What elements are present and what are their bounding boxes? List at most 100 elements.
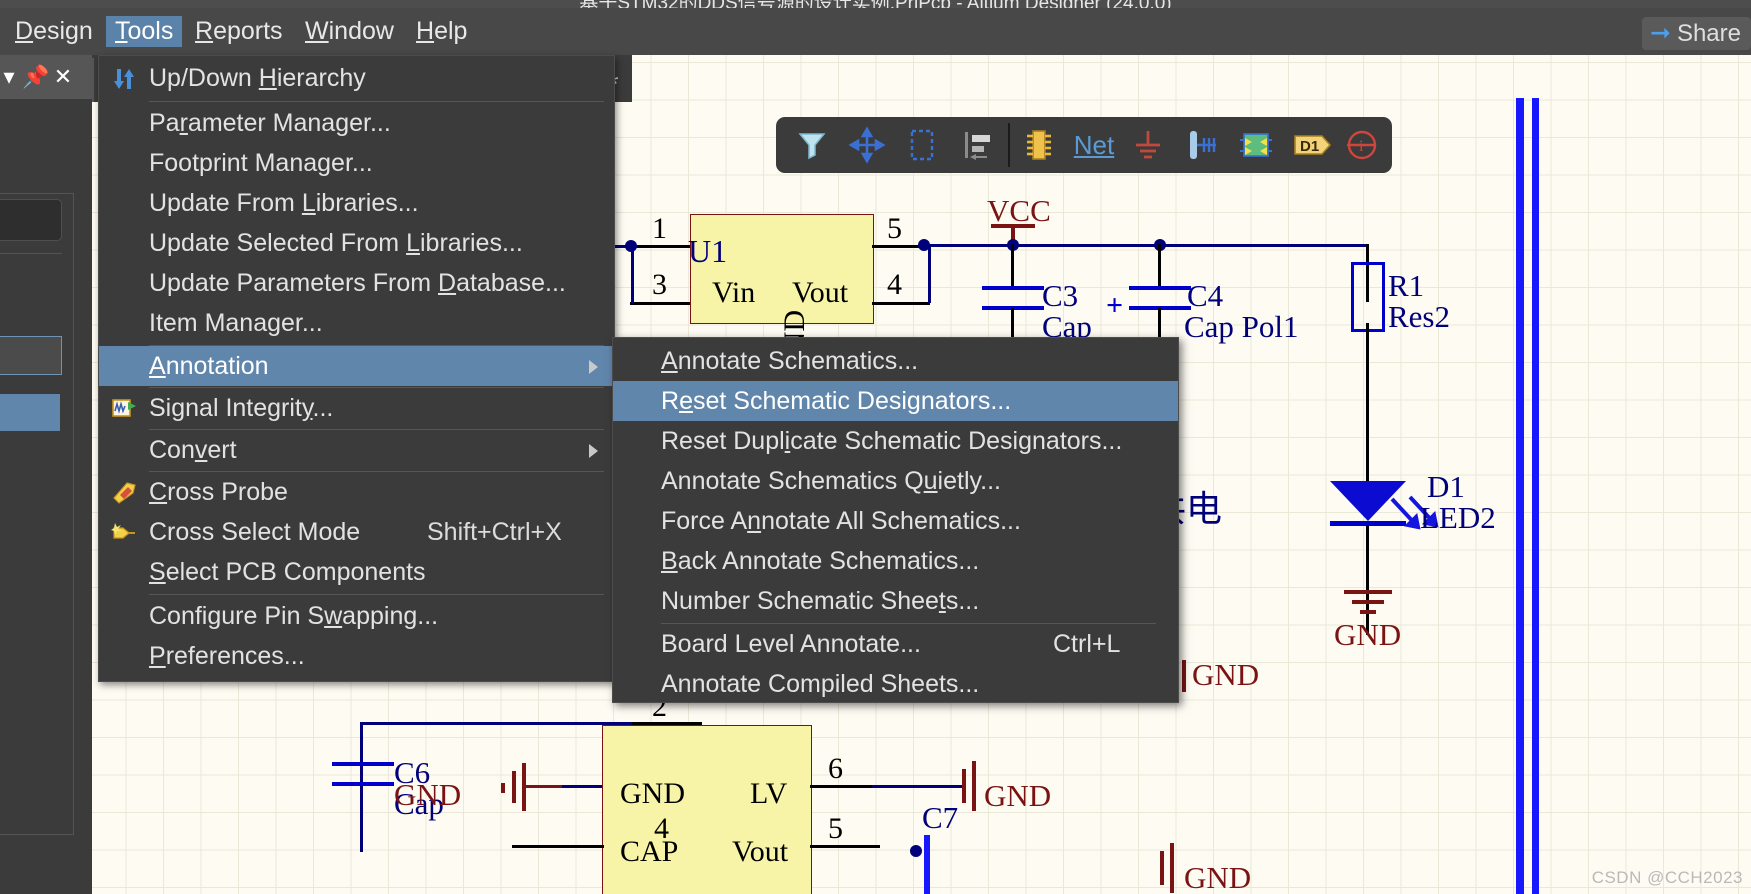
- svg-text:i: i: [1359, 138, 1364, 155]
- submenu-item-label: Reset Schematic Designators...: [661, 387, 1012, 415]
- svg-text:D1: D1: [1300, 138, 1319, 155]
- pin-icon[interactable]: 📌: [22, 64, 49, 90]
- place-sheet-symbol-icon[interactable]: [1236, 125, 1276, 165]
- u1-pinnum-1: 1: [652, 212, 667, 245]
- menu-separator: [149, 594, 604, 595]
- gnd-mid-sym2: [1182, 660, 1186, 692]
- submenu-item-annotate-schematics[interactable]: Annotate Schematics...: [613, 341, 1178, 381]
- sheet-edge-rail-1: [1516, 98, 1524, 894]
- gnd-c6-dot: [501, 783, 505, 793]
- tools-menu-popup[interactable]: Up/Down Hierarchy Parameter Manager... F…: [98, 55, 615, 682]
- menu-item-up-down-hierarchy[interactable]: Up/Down Hierarchy: [99, 58, 614, 98]
- submenu-item-label: Annotate Schematics...: [661, 347, 919, 375]
- menu-item-label: Footprint Manager...: [149, 149, 373, 177]
- menu-item-label: Configure Pin Swapping...: [149, 602, 439, 630]
- menu-item-item-manager[interactable]: Item Manager...: [99, 303, 614, 343]
- move-crosshair-icon[interactable]: [847, 125, 887, 165]
- share-button-label: Share: [1676, 20, 1741, 47]
- wire-c6-branch[interactable]: [360, 722, 363, 852]
- no-erc-icon[interactable]: i: [1342, 125, 1382, 165]
- menu-help[interactable]: Help: [407, 16, 476, 47]
- submenu-item-label: Back Annotate Schematics...: [661, 547, 980, 575]
- gnd-right-bar2: [1352, 600, 1384, 604]
- c4-plate-top: [1129, 286, 1191, 290]
- submenu-item-force-annotate-all-schematics[interactable]: Force Annotate All Schematics...: [613, 501, 1178, 541]
- menu-item-annotation[interactable]: Annotation: [99, 346, 614, 386]
- gnd-bottom-bar2: [1170, 843, 1174, 893]
- document-item-2[interactable]: [0, 394, 60, 431]
- menu-design[interactable]: Design: [6, 16, 102, 47]
- document-item-1[interactable]: [0, 336, 62, 375]
- chevron-down-icon[interactable]: ▾: [0, 64, 22, 90]
- u1-pinnum-3: 3: [652, 268, 667, 301]
- menu-item-update-from-libraries[interactable]: Update From Libraries...: [99, 183, 614, 223]
- align-icon[interactable]: [957, 125, 997, 165]
- net-label-icon[interactable]: Net: [1066, 125, 1122, 165]
- menu-tools[interactable]: Tools: [106, 16, 183, 47]
- c6-plate-bottom: [332, 782, 394, 786]
- u1-pinnum-5: 5: [887, 212, 902, 245]
- gnd-mid-label: GND: [1192, 657, 1260, 692]
- wire-u1-right-tie[interactable]: [928, 245, 931, 303]
- menu-item-cross-probe[interactable]: Cross Probe: [99, 472, 614, 512]
- menu-item-shortcut: Shift+Ctrl+X: [427, 518, 562, 546]
- r1-body[interactable]: [1351, 262, 1385, 332]
- menu-reports[interactable]: Reports: [186, 16, 292, 47]
- menu-separator: [149, 101, 604, 102]
- wire-c7[interactable]: [872, 785, 962, 788]
- annotation-submenu-popup[interactable]: Annotate Schematics... Reset Schematic D…: [612, 337, 1179, 703]
- gnd-c6-label: GND: [394, 777, 462, 812]
- cross-select-icon: [111, 523, 135, 539]
- u1-pin-vin: Vin: [712, 276, 756, 309]
- vcc-label: VCC: [987, 193, 1051, 228]
- submenu-item-board-level-annotate[interactable]: Board Level Annotate... Ctrl+L: [613, 624, 1178, 664]
- menu-item-preferences[interactable]: Preferences...: [99, 636, 614, 676]
- menu-reports-label: eports: [213, 17, 283, 45]
- submenu-item-reset-duplicate-schematic-designators[interactable]: Reset Duplicate Schematic Designators...: [613, 421, 1178, 461]
- close-icon[interactable]: ✕: [50, 64, 76, 90]
- submenu-item-shortcut: Ctrl+L: [1053, 630, 1121, 658]
- place-gnd-icon[interactable]: [1128, 125, 1168, 165]
- marquee-select-icon[interactable]: [902, 125, 942, 165]
- u2-pinnum-4: 4: [654, 812, 669, 845]
- place-component-icon[interactable]: [1019, 125, 1059, 165]
- menu-item-label: Annotation: [149, 352, 269, 380]
- gnd-bottom-bar1: [1160, 851, 1164, 885]
- filter-icon[interactable]: [792, 125, 832, 165]
- menu-item-update-selected-from-libraries[interactable]: Update Selected From Libraries...: [99, 223, 614, 263]
- search-input[interactable]: [0, 199, 62, 241]
- submenu-item-reset-schematic-designators[interactable]: Reset Schematic Designators...: [613, 381, 1178, 421]
- u1-lead-4: [872, 302, 930, 305]
- menu-item-configure-pin-swapping[interactable]: Configure Pin Swapping...: [99, 596, 614, 636]
- submenu-item-number-schematic-sheets[interactable]: Number Schematic Sheets...: [613, 581, 1178, 621]
- submenu-item-label: Annotate Compiled Sheets...: [661, 670, 980, 698]
- u2-pinnum-5: 5: [828, 812, 843, 845]
- share-button[interactable]: ➞ Share: [1642, 17, 1751, 50]
- c4-lead-top: [1158, 244, 1161, 288]
- menu-item-footprint-manager[interactable]: Footprint Manager...: [99, 143, 614, 183]
- menu-item-parameter-manager[interactable]: Parameter Manager...: [99, 103, 614, 143]
- u2-lead-5: [810, 845, 880, 848]
- menu-item-cross-select-mode[interactable]: Cross Select Mode Shift+Ctrl+X: [99, 512, 614, 552]
- place-port-icon[interactable]: [1182, 125, 1222, 165]
- d1-comment: LED2: [1420, 500, 1496, 535]
- menu-item-update-parameters-from-database[interactable]: Update Parameters From Database...: [99, 263, 614, 303]
- menu-item-signal-integrity[interactable]: Signal Integrity...: [99, 388, 614, 428]
- menu-item-select-pcb-components[interactable]: Select PCB Components: [99, 552, 614, 592]
- floating-toolbar[interactable]: Net D1 i: [776, 117, 1392, 173]
- designator-icon[interactable]: D1: [1290, 125, 1336, 165]
- c3-lead-top: [1011, 244, 1014, 288]
- wire-u1-left-tie[interactable]: [631, 245, 634, 303]
- submenu-item-annotate-compiled-sheets[interactable]: Annotate Compiled Sheets...: [613, 664, 1178, 704]
- u2-pin-vout: Vout: [732, 835, 789, 868]
- submenu-item-back-annotate-schematics[interactable]: Back Annotate Schematics...: [613, 541, 1178, 581]
- menu-window[interactable]: Window: [296, 16, 403, 47]
- panel-tree-container: [0, 193, 74, 835]
- title-bar: 基于STM32的DDS信号源的设计实例.PrjPcb - Altium Desi…: [0, 0, 1751, 8]
- c7-lead: [924, 835, 930, 894]
- wire-vcc-bus[interactable]: [918, 244, 1368, 247]
- watermark: CSDN @CCH2023: [1591, 868, 1743, 887]
- cross-probe-icon: [113, 482, 136, 504]
- submenu-item-annotate-schematics-quietly[interactable]: Annotate Schematics Quietly...: [613, 461, 1178, 501]
- menu-item-convert[interactable]: Convert: [99, 430, 614, 470]
